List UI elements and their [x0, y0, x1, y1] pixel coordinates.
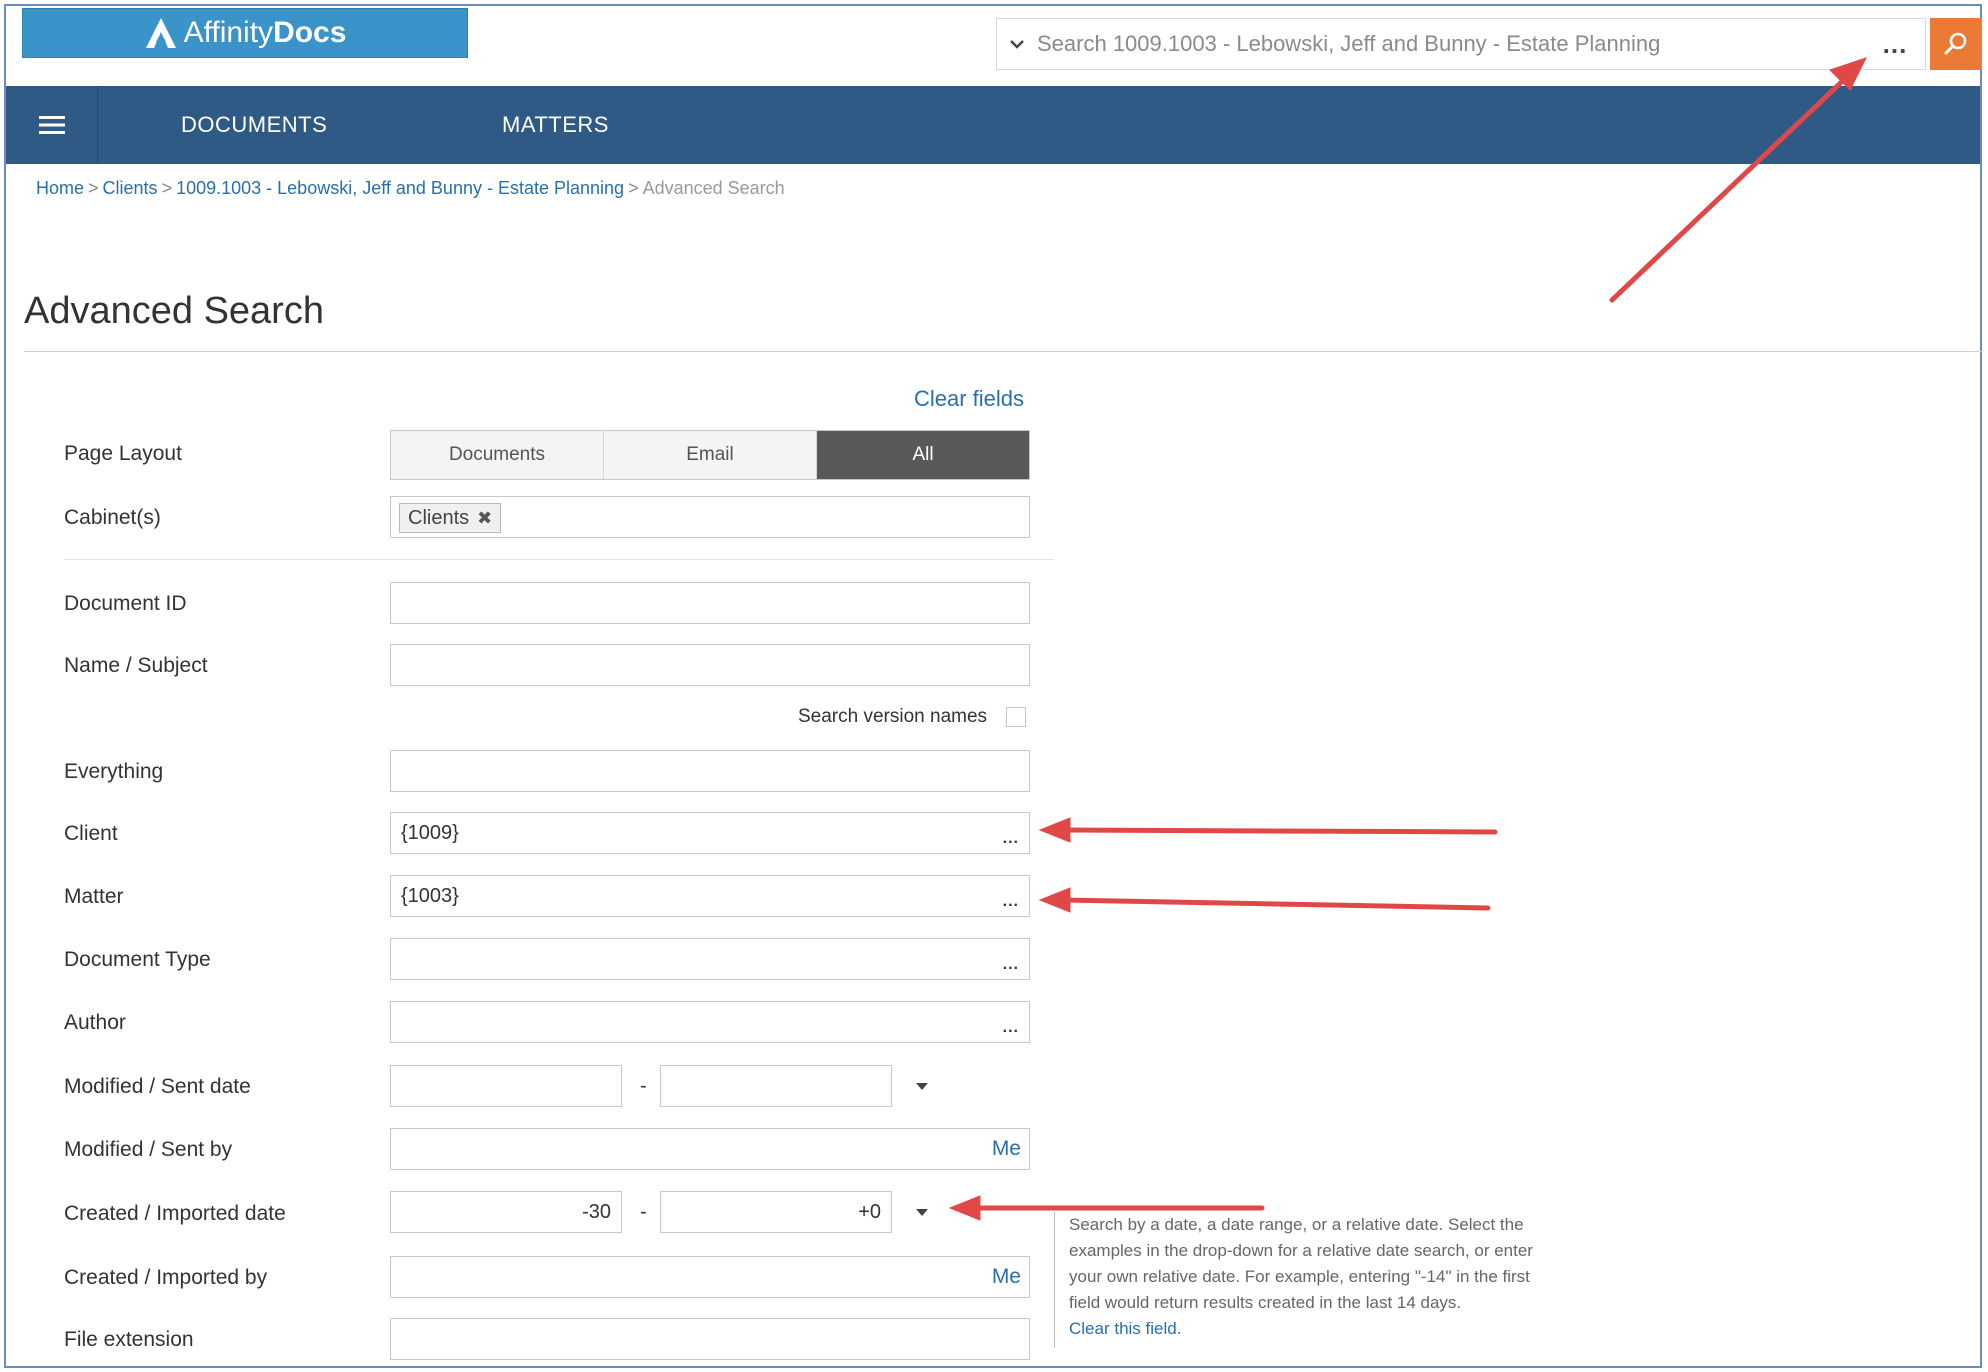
name-subject-field	[390, 644, 1030, 686]
matter-lookup-button[interactable]: ...	[1003, 894, 1019, 910]
breadcrumb-clients[interactable]: Clients	[103, 178, 158, 198]
everything-input[interactable]	[391, 751, 1029, 791]
created-date-to-field	[660, 1191, 892, 1233]
document-type-input[interactable]	[391, 939, 1029, 979]
created-imported-by-me-link[interactable]: Me	[992, 1265, 1021, 1289]
client-field: ...	[390, 812, 1030, 854]
document-id-label: Document ID	[64, 592, 187, 615]
layout-option-all[interactable]: All	[817, 431, 1029, 479]
page-layout-toggle: Documents Email All	[390, 430, 1030, 480]
search-version-names-label: Search version names	[798, 706, 988, 727]
breadcrumb-separator: >	[628, 178, 639, 198]
file-extension-field	[390, 1318, 1030, 1360]
created-date-to-input[interactable]	[661, 1192, 891, 1232]
search-button[interactable]	[1930, 18, 1982, 70]
breadcrumb-home[interactable]: Home	[36, 178, 84, 198]
modified-sent-by-label: Modified / Sent by	[64, 1138, 233, 1161]
client-lookup-button[interactable]: ...	[1003, 831, 1019, 847]
global-search-bar: ...	[996, 18, 1926, 70]
cabinet-tag-label: Clients	[408, 506, 470, 529]
document-type-field: ...	[390, 938, 1030, 980]
breadcrumb-separator: >	[88, 178, 99, 198]
help-line: field would return results created in th…	[1069, 1293, 1462, 1312]
nav-documents[interactable]: DOCUMENTS	[181, 112, 327, 138]
created-date-from-field	[390, 1191, 622, 1233]
caret-down-icon[interactable]	[916, 1209, 928, 1216]
range-dash: -	[640, 1201, 647, 1223]
modified-sent-date-label: Modified / Sent date	[64, 1075, 251, 1098]
page-title: Advanced Search	[24, 290, 324, 332]
modified-sent-by-field: Me	[390, 1128, 1030, 1170]
chevron-down-icon[interactable]	[997, 38, 1037, 50]
cabinets-field[interactable]: Clients ✖	[390, 496, 1030, 538]
created-imported-by-label: Created / Imported by	[64, 1266, 268, 1289]
breadcrumb-current: Advanced Search	[642, 178, 785, 198]
close-icon[interactable]: ✖	[477, 508, 492, 529]
caret-down-icon[interactable]	[916, 1083, 928, 1090]
modified-date-to-field	[660, 1065, 892, 1107]
search-input[interactable]	[1037, 31, 1865, 57]
clear-fields-link[interactable]: Clear fields	[914, 386, 1024, 412]
search-version-names-checkbox[interactable]	[1006, 707, 1026, 727]
top-header: AffinityDocs ...	[6, 6, 1982, 86]
author-label: Author	[64, 1011, 126, 1034]
app-logo[interactable]: Affinity Docs	[22, 8, 468, 58]
help-line: your own relative date. For example, ent…	[1069, 1267, 1530, 1286]
author-field: ...	[390, 1001, 1030, 1043]
help-line: Search by a date, a date range, or a rel…	[1069, 1215, 1524, 1234]
modified-sent-by-me-link[interactable]: Me	[992, 1137, 1021, 1161]
cabinet-tag-clients: Clients ✖	[399, 503, 502, 533]
file-extension-label: File extension	[64, 1328, 194, 1351]
layout-option-email[interactable]: Email	[604, 431, 817, 479]
document-type-lookup-button[interactable]: ...	[1003, 957, 1019, 973]
document-id-input[interactable]	[391, 583, 1029, 623]
client-label: Client	[64, 822, 118, 845]
modified-date-from-field	[390, 1065, 622, 1107]
range-dash: -	[640, 1075, 647, 1097]
modified-date-to-input[interactable]	[661, 1066, 891, 1106]
cabinets-label: Cabinet(s)	[64, 506, 161, 529]
hamburger-menu-icon[interactable]	[6, 86, 98, 164]
logo-text-bold: Docs	[273, 16, 347, 49]
matter-label: Matter	[64, 885, 124, 908]
section-divider	[64, 559, 1054, 560]
file-extension-input[interactable]	[391, 1319, 1029, 1359]
document-type-label: Document Type	[64, 948, 211, 971]
author-lookup-button[interactable]: ...	[1003, 1020, 1019, 1036]
created-date-from-input[interactable]	[391, 1192, 621, 1232]
clear-this-field-link[interactable]: Clear this field.	[1069, 1316, 1634, 1342]
breadcrumb: Home > Clients >1009.1003 - Lebowski, Jeff …	[36, 178, 785, 199]
author-input[interactable]	[391, 1002, 1029, 1042]
nav-matters[interactable]: MATTERS	[502, 112, 609, 138]
matter-input[interactable]	[391, 876, 1029, 916]
created-imported-date-label: Created / Imported date	[64, 1202, 286, 1225]
affinity-a-logo-icon	[145, 18, 176, 48]
modified-date-from-input[interactable]	[391, 1066, 621, 1106]
layout-option-documents[interactable]: Documents	[391, 431, 604, 479]
breadcrumb-matter[interactable]: 1009.1003 - Lebowski, Jeff and Bunny - E…	[176, 178, 624, 198]
search-options-button[interactable]: ...	[1865, 31, 1925, 57]
help-line: examples in the drop-down for a relative…	[1069, 1241, 1533, 1260]
search-icon	[1944, 32, 1967, 55]
main-nav: DOCUMENTS MATTERS	[6, 86, 1980, 164]
everything-label: Everything	[64, 760, 164, 783]
date-help-tooltip: Search by a date, a date range, or a rel…	[1054, 1212, 1634, 1348]
logo-text-regular: Affinity	[183, 16, 274, 49]
document-id-field	[390, 582, 1030, 624]
name-subject-label: Name / Subject	[64, 654, 208, 677]
title-divider	[24, 351, 1982, 352]
everything-field	[390, 750, 1030, 792]
created-imported-by-input[interactable]	[391, 1257, 1029, 1297]
app-window: AffinityDocs ... DOCUMENTS MATTERS	[4, 4, 1982, 1368]
client-input[interactable]	[391, 813, 1029, 853]
matter-field: ...	[390, 875, 1030, 917]
breadcrumb-separator: >	[161, 178, 173, 198]
created-imported-by-field: Me	[390, 1256, 1030, 1298]
modified-sent-by-input[interactable]	[391, 1129, 1029, 1169]
name-subject-input[interactable]	[391, 645, 1029, 685]
page-layout-label: Page Layout	[64, 442, 182, 465]
